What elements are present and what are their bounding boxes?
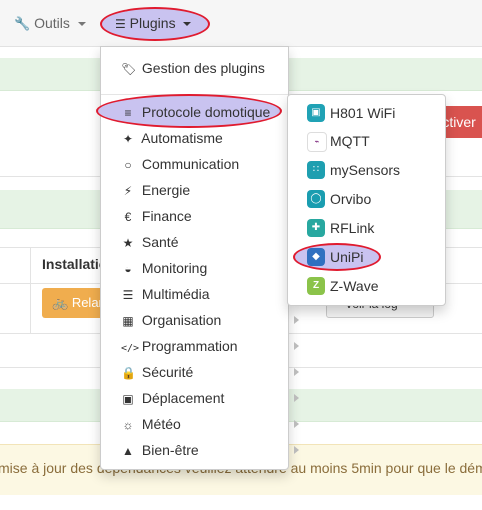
list-icon: ☰ [115, 17, 126, 31]
menu-item-label: Programmation [141, 338, 238, 354]
menu-item-organisation[interactable]: ▦ Organisation [101, 307, 308, 333]
menu-item-label: Monitoring [141, 260, 208, 276]
mqtt-logo-icon: ⌁ [307, 132, 327, 152]
menu-item-label: Sécurité [141, 364, 194, 380]
nav-outils-label: Outils [34, 15, 70, 31]
bicycle-icon: 🚲 [52, 295, 69, 310]
submenu-item-mqtt[interactable]: ⌁ MQTT [288, 127, 445, 155]
zwave-logo-icon: Z [307, 277, 325, 295]
submenu-item-unipi[interactable]: ◆ UniPi [288, 243, 445, 271]
submenu-item-label: UniPi [330, 249, 364, 265]
menu-item-energie[interactable]: ⚡ Energie [101, 177, 308, 203]
sun-icon: ☼ [122, 418, 134, 432]
chevron-right-icon [294, 446, 299, 454]
euro-icon: € [124, 210, 132, 224]
submenu-item-orvibo[interactable]: ◯ Orvibo [288, 185, 445, 213]
chevron-right-icon [294, 368, 299, 376]
menu-item-deplacement[interactable]: ▣ Déplacement [101, 385, 308, 411]
menu-item-label: Energie [141, 182, 191, 198]
submenu-item-rflink[interactable]: ✚ RFLink [288, 214, 445, 242]
menu-item-automatisme[interactable]: ✦ Automatisme [101, 125, 308, 151]
submenu-item-zwave[interactable]: Z Z-Wave [288, 272, 445, 300]
menu-item-label: Gestion des plugins [141, 60, 265, 76]
menu-item-protocole-domotique[interactable]: ≡ Protocole domotique [96, 94, 288, 128]
menu-item-securite[interactable]: 🔒 Sécurité [101, 359, 308, 385]
chevron-right-icon [294, 316, 299, 324]
menu-item-label: Santé [141, 234, 179, 250]
submenu-item-label: H801 WiFi [330, 105, 396, 121]
rflink-logo-icon: ✚ [307, 219, 325, 237]
menu-item-bien-etre[interactable]: ▲ Bien-être [101, 437, 308, 463]
top-navbar: 🔧 Outils ☰ Plugins [0, 0, 482, 47]
submenu-item-mysensors[interactable]: ∷ mySensors [288, 156, 445, 184]
chevron-right-icon [294, 394, 299, 402]
chevron-right-icon [294, 420, 299, 428]
menu-item-programmation[interactable]: </> Programmation [101, 333, 308, 359]
lock-icon: 🔒 [121, 366, 136, 380]
menu-item-label: Automatisme [141, 130, 223, 146]
calendar-icon: ▦ [122, 314, 134, 328]
menu-item-label: Communication [141, 156, 240, 172]
car-icon: ▣ [122, 392, 134, 406]
menu-item-label: Protocole domotique [141, 104, 271, 120]
dashboard-icon: ◒ [124, 262, 132, 276]
comment-icon: ○ [124, 158, 132, 172]
h801-logo-icon: ▣ [307, 104, 325, 122]
menu-item-meteo[interactable]: ☼ Météo [101, 411, 308, 437]
installation-header: Installatio [42, 256, 108, 272]
submenu-item-label: MQTT [330, 133, 370, 149]
submenu-item-h801[interactable]: ▣ H801 WiFi [288, 99, 445, 127]
orvibo-logo-icon: ◯ [307, 190, 325, 208]
protocole-submenu: ▣ H801 WiFi ⌁ MQTT ∷ mySensors ◯ Orvibo … [287, 94, 446, 306]
table-divider [30, 247, 31, 333]
unipi-logo-icon: ◆ [307, 248, 325, 266]
plugins-dropdown-menu: 🏷 Gestion des plugins ≡ Protocole domoti… [96, 46, 299, 470]
menu-item-sante[interactable]: ★ Santé [101, 229, 308, 255]
sliders-icon: ☰ [122, 288, 134, 302]
mysensors-logo-icon: ∷ [307, 161, 325, 179]
submenu-item-label: RFLink [330, 220, 375, 236]
submenu-item-label: Orvibo [330, 191, 372, 207]
menu-item-label: Multimédia [141, 286, 210, 302]
magic-wand-icon: ✦ [122, 132, 134, 146]
chevron-right-icon [294, 342, 299, 350]
tags-icon: 🏷 [121, 62, 137, 76]
submenu-item-label: mySensors [330, 162, 401, 178]
menu-item-label: Bien-être [141, 442, 199, 458]
bolt-icon: ⚡ [123, 184, 133, 198]
menu-item-monitoring[interactable]: ◒ Monitoring [101, 255, 308, 281]
menu-item-finance[interactable]: € Finance [101, 203, 308, 229]
caret-down-icon [77, 22, 86, 27]
caret-down-icon [183, 22, 192, 27]
running-icon: ★ [122, 236, 134, 250]
nav-plugins-label: Plugins [129, 15, 176, 31]
menu-item-gestion[interactable]: 🏷 Gestion des plugins [101, 55, 308, 81]
nav-plugins[interactable]: ☰ Plugins [100, 0, 210, 46]
wrench-icon: 🔧 [14, 16, 31, 31]
nav-outils[interactable]: 🔧 Outils [14, 0, 86, 46]
menu-item-label: Organisation [141, 312, 222, 328]
submenu-item-label: Z-Wave [330, 278, 379, 294]
menu-item-label: Météo [141, 416, 181, 432]
user-icon: ▲ [122, 444, 134, 458]
menu-item-multimedia[interactable]: ☰ Multimédia [101, 281, 308, 307]
menu-item-label: Déplacement [141, 390, 225, 406]
menu-item-communication[interactable]: ○ Communication [101, 151, 308, 177]
menu-item-label: Finance [141, 208, 192, 224]
rss-icon: ≡ [124, 106, 132, 120]
